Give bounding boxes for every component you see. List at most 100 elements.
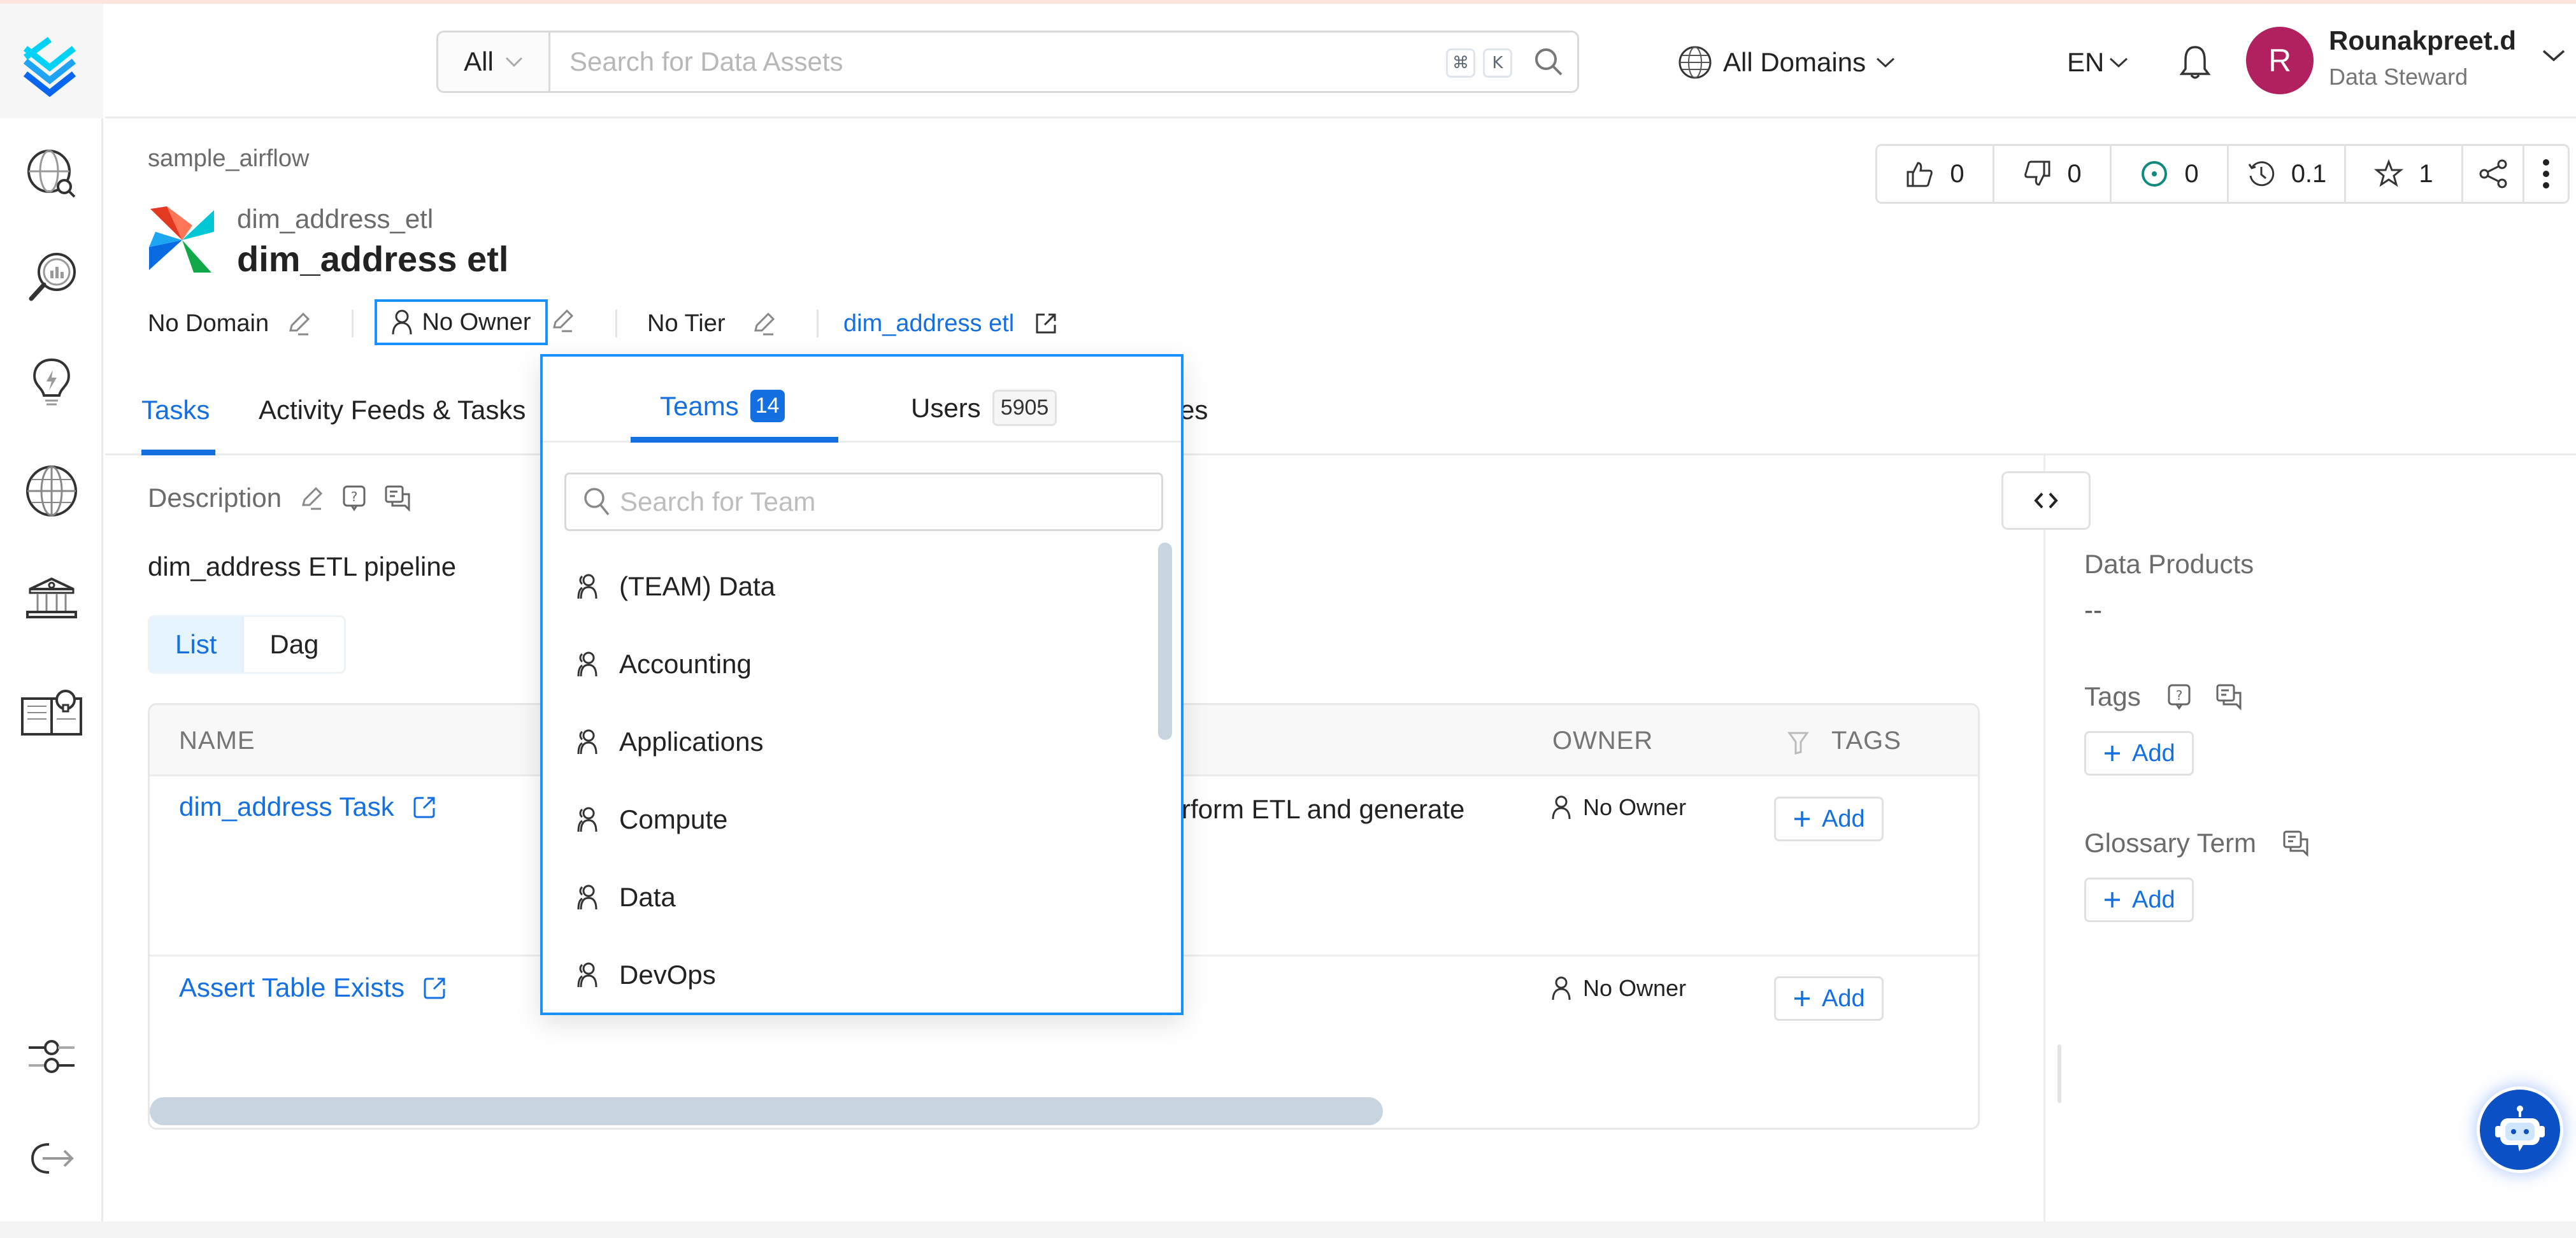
- column-header-owner[interactable]: OWNER: [1552, 727, 1653, 755]
- request-description-icon[interactable]: ?: [341, 484, 367, 512]
- search-category-select[interactable]: All: [438, 32, 550, 91]
- team-name: Accounting: [619, 649, 752, 679]
- panel-resize-handle[interactable]: [2057, 1044, 2061, 1103]
- add-tag-label: Add: [1822, 985, 1865, 1012]
- popover-tab-users[interactable]: Users 5905: [911, 390, 1057, 426]
- bell-icon: [2178, 43, 2212, 82]
- team-option[interactable]: Applications: [564, 703, 1138, 781]
- chevron-down-icon: [2109, 57, 2128, 68]
- downvote-count: 0: [2067, 159, 2082, 188]
- more-options-button[interactable]: [2524, 146, 2568, 202]
- team-list-scrollbar[interactable]: [1158, 543, 1172, 740]
- user-icon: [1551, 976, 1571, 1001]
- edit-description-pencil-icon[interactable]: [298, 485, 325, 511]
- edit-tier-pencil-icon[interactable]: [750, 310, 777, 337]
- column-header-tags[interactable]: TAGS: [1831, 727, 1901, 755]
- owner-selector[interactable]: No Owner: [375, 299, 548, 345]
- popover-active-tab-indicator: [631, 437, 838, 443]
- owner-value: No Owner: [1583, 975, 1687, 1001]
- version-button[interactable]: 0.1: [2229, 146, 2346, 202]
- add-tag-button[interactable]: Add: [1774, 976, 1884, 1021]
- team-option[interactable]: (TEAM) Data: [564, 548, 1138, 625]
- team-option[interactable]: Accounting: [564, 625, 1138, 703]
- add-tag-label: Add: [1822, 805, 1865, 832]
- team-name: Applications: [619, 727, 764, 757]
- observability-icon[interactable]: [14, 344, 89, 419]
- external-link-icon: [422, 975, 448, 1000]
- view-toggle-dag[interactable]: Dag: [244, 617, 345, 672]
- logout-icon[interactable]: [14, 1121, 89, 1196]
- glossary-header: Glossary Term: [2084, 828, 2310, 858]
- team-option[interactable]: DevOps: [564, 936, 1138, 1014]
- search-input[interactable]: [550, 32, 1446, 91]
- follow-button[interactable]: 0: [2112, 146, 2229, 202]
- meta-divider: [352, 310, 354, 338]
- team-option[interactable]: Data: [564, 858, 1138, 936]
- airflow-logo-icon: [148, 206, 217, 274]
- filter-icon[interactable]: [1787, 730, 1810, 756]
- share-button[interactable]: [2463, 146, 2524, 202]
- owner-value: No Owner: [1583, 794, 1687, 820]
- popover-tab-teams[interactable]: Teams 14: [660, 390, 785, 422]
- tab-tasks[interactable]: Tasks: [141, 395, 210, 425]
- search-icon: [583, 487, 611, 517]
- team-search-input[interactable]: [620, 487, 1142, 517]
- user-avatar[interactable]: R: [2246, 27, 2314, 94]
- globe-icon: [1677, 45, 1713, 80]
- add-glossary-term-button[interactable]: Add: [2084, 878, 2194, 922]
- user-name[interactable]: Rounakpreet.d: [2329, 25, 2516, 56]
- edit-domain-pencil-icon[interactable]: [285, 310, 312, 337]
- request-tags-icon[interactable]: ?: [2166, 683, 2192, 711]
- source-link[interactable]: dim_address etl: [843, 301, 1059, 346]
- global-search: All ⌘ K: [436, 31, 1579, 93]
- search-button[interactable]: [1520, 32, 1577, 91]
- horizontal-scrollbar[interactable]: [150, 1097, 1383, 1125]
- user-menu-chevron-icon[interactable]: [2542, 48, 2566, 62]
- governance-icon[interactable]: [14, 560, 89, 636]
- follow-icon: [2140, 159, 2169, 189]
- task-name: Assert Table Exists: [179, 972, 405, 1002]
- explore-icon[interactable]: [14, 135, 89, 210]
- conversation-icon[interactable]: [383, 484, 411, 512]
- team-option[interactable]: Compute: [564, 781, 1138, 858]
- tier-field: No Tier: [647, 301, 777, 346]
- share-icon: [2478, 159, 2508, 189]
- data-products-title: Data Products: [2084, 549, 2254, 579]
- chevron-down-icon: [505, 56, 523, 68]
- team-name: Data: [619, 882, 676, 912]
- edit-owner-pencil-icon[interactable]: [549, 307, 576, 334]
- meta-divider: [817, 310, 819, 338]
- add-tag-button[interactable]: Add: [1774, 797, 1884, 841]
- owner-value: No Owner: [422, 308, 531, 336]
- language-selector[interactable]: EN: [2067, 37, 2128, 88]
- add-tags-button[interactable]: Add: [2084, 731, 2194, 776]
- breadcrumb[interactable]: sample_airflow: [148, 145, 309, 173]
- tab-partially-hidden[interactable]: es: [1180, 395, 1208, 425]
- column-header-name[interactable]: NAME: [179, 727, 255, 755]
- knowledge-icon[interactable]: [14, 674, 89, 749]
- domain-value: No Domain: [148, 310, 269, 337]
- team-icon: [573, 651, 600, 678]
- tab-activity-feeds[interactable]: Activity Feeds & Tasks: [259, 395, 526, 425]
- notifications-button[interactable]: [2178, 37, 2212, 88]
- task-name-link[interactable]: dim_address Task: [179, 792, 438, 822]
- settings-icon[interactable]: [14, 1019, 89, 1094]
- version-value: 0.1: [2291, 159, 2327, 188]
- table-row: Assert Table Exists: [179, 972, 448, 1003]
- conversation-icon[interactable]: [2282, 829, 2310, 857]
- app-logo[interactable]: [0, 4, 103, 118]
- domain-selector[interactable]: All Domains: [1677, 37, 1895, 88]
- data-insights-icon[interactable]: [14, 239, 89, 315]
- domains-icon[interactable]: [14, 453, 89, 529]
- star-button[interactable]: 1: [2346, 146, 2463, 202]
- task-name-link[interactable]: Assert Table Exists: [179, 972, 448, 1003]
- downvote-button[interactable]: 0: [1994, 146, 2112, 202]
- toggle-panel-button[interactable]: [2001, 471, 2091, 530]
- conversation-icon[interactable]: [2215, 683, 2243, 711]
- view-toggle-list[interactable]: List: [150, 617, 245, 672]
- domain-field: No Domain: [148, 301, 312, 346]
- ai-assistant-button[interactable]: [2477, 1086, 2563, 1173]
- domain-selector-label: All Domains: [1723, 47, 1866, 77]
- upvote-button[interactable]: 0: [1877, 146, 1994, 202]
- owner-select-popover: Teams 14 Users 5905 (TEAM) Data Accounti…: [540, 354, 1184, 1015]
